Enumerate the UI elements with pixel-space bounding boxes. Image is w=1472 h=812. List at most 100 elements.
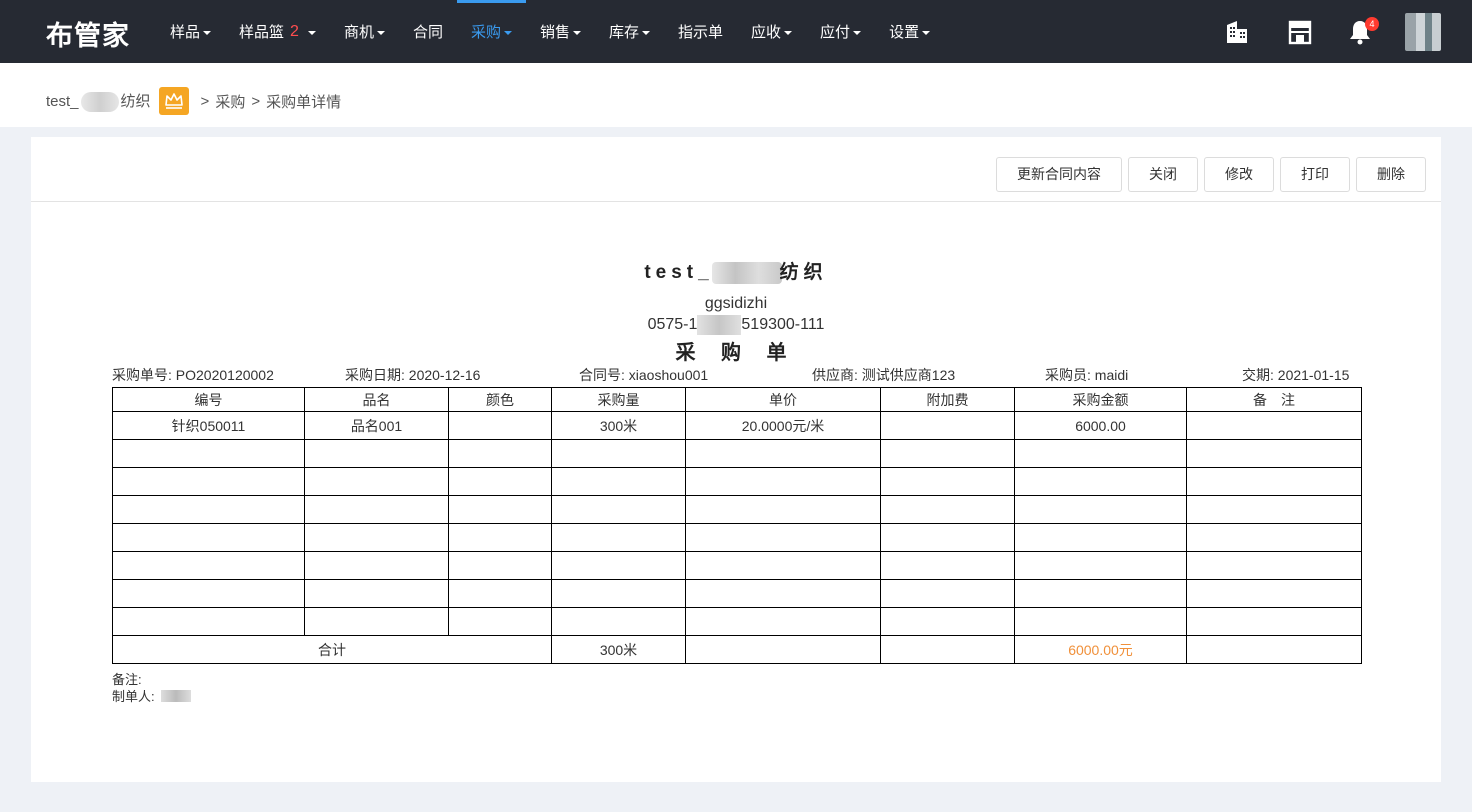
nav-item-label: 应付 [820, 24, 851, 41]
table-cell [448, 411, 552, 440]
meta-contract-no: 合同号: xiaoshou001 [579, 367, 709, 383]
breadcrumb: test_ 纺织 > 采购 > 采购单详情 [46, 87, 341, 115]
nav-item-instructions[interactable]: 指示单 [664, 0, 737, 63]
document-company-name: test_ 纺织 [644, 261, 828, 284]
nav-item-label: 库存 [609, 24, 640, 41]
store-icon[interactable] [1287, 19, 1313, 45]
table-row-empty [112, 467, 1362, 496]
table-row-empty [112, 579, 1362, 608]
breadcrumb-separator: > [200, 92, 210, 110]
basket-count-badge: 2 [290, 22, 299, 40]
breadcrumb-current: 采购单详情 [266, 93, 342, 111]
column-header: 编号 [112, 387, 305, 412]
meta-purchase-date: 采购日期: 2020-12-16 [345, 367, 481, 383]
action-toolbar: 更新合同内容 关闭 修改 打印 删除 [31, 137, 1441, 202]
maker-label: 制单人: [112, 689, 155, 704]
nav-item-sample-basket[interactable]: 样品篮 2 [225, 0, 330, 63]
caret-down-icon [642, 30, 651, 35]
table-row-empty [112, 551, 1362, 580]
crown-icon [158, 87, 189, 115]
table-row-empty [112, 523, 1362, 552]
document-title: 采 购 单 [675, 342, 797, 364]
nav-item-label: 应收 [751, 24, 782, 41]
nav-item-samples[interactable]: 样品 [156, 0, 225, 63]
nav-item-label: 样品 [170, 24, 201, 41]
caret-down-icon [503, 30, 512, 35]
update-contract-button[interactable]: 更新合同内容 [996, 157, 1122, 192]
total-label: 合计 [112, 635, 552, 664]
caret-down-icon [573, 30, 581, 35]
redacted-text [160, 689, 191, 702]
table-cell: 品名001 [304, 411, 449, 440]
redacted-text [697, 315, 742, 335]
table-cell [880, 411, 1015, 440]
avatar[interactable] [1405, 13, 1441, 51]
total-amount: 6000.00元 [1014, 635, 1187, 664]
column-header: 单价 [685, 387, 881, 412]
redacted-text [80, 92, 119, 113]
table-row-empty [112, 439, 1362, 468]
caret-down-icon [376, 30, 385, 35]
nav-item-label: 商机 [343, 24, 374, 41]
table-row: 针织050011 品名001 300米 20.0000元/米 6000.00 [112, 411, 1362, 440]
table-cell: 20.0000元/米 [685, 411, 881, 440]
nav-item-label: 样品篮 [239, 24, 285, 41]
nav-item-label: 合同 [412, 24, 443, 41]
meta-delivery-date: 交期: 2021-01-15 [1242, 367, 1350, 383]
delete-button[interactable]: 删除 [1356, 157, 1426, 192]
main-nav: 样品 样品篮 2 商机 合同 采购 销售 库存 指示单 应收 应付 设置 [156, 0, 944, 63]
caret-down-icon [784, 30, 793, 35]
breadcrumb-company[interactable]: test_ 纺织 [46, 90, 151, 113]
edit-button[interactable]: 修改 [1204, 157, 1274, 192]
table-row-empty [112, 607, 1362, 636]
breadcrumb-purchase-link[interactable]: 采购 [215, 91, 245, 112]
column-header: 采购量 [551, 387, 686, 412]
nav-item-purchase[interactable]: 采购 [456, 0, 526, 63]
nav-item-label: 采购 [470, 24, 501, 41]
nav-item-receivables[interactable]: 应收 [737, 0, 806, 63]
column-header: 备 注 [1186, 387, 1362, 412]
purchase-order-panel: 更新合同内容 关闭 修改 打印 删除 test_ 纺织 ggsidizhi 057… [31, 137, 1441, 782]
column-header: 颜色 [448, 387, 552, 412]
table-cell: 6000.00 [1014, 411, 1187, 440]
total-remark [1186, 635, 1362, 664]
nav-item-contracts[interactable]: 合同 [399, 0, 457, 63]
redacted-text [711, 261, 782, 284]
maker-row: 制单人: [112, 686, 191, 705]
caret-down-icon [922, 30, 931, 35]
meta-order-no: 采购单号: PO2020120002 [112, 367, 274, 383]
nav-item-opportunities[interactable]: 商机 [330, 0, 399, 63]
nav-item-inventory[interactable]: 库存 [595, 0, 664, 63]
total-unit-price [685, 635, 881, 664]
document-address: ggsidizhi [704, 295, 768, 312]
breadcrumb-separator: > [251, 92, 261, 110]
meta-supplier: 供应商: 测试供应商123 [812, 367, 956, 383]
caret-down-icon [203, 30, 212, 35]
caret-down-icon [853, 30, 862, 35]
table-cell [1186, 411, 1362, 440]
table-cell: 针织050011 [112, 411, 305, 440]
purchase-items-table: 编号 品名 颜色 采购量 单价 附加费 采购金额 备 注 针织050011 品名… [112, 387, 1362, 664]
breadcrumb-bar: test_ 纺织 > 采购 > 采购单详情 [0, 63, 1472, 127]
notification-count-badge: 4 [1365, 17, 1379, 31]
nav-item-label: 销售 [539, 24, 570, 41]
table-cell: 300米 [551, 411, 686, 440]
nav-item-sales[interactable]: 销售 [526, 0, 595, 63]
column-header: 附加费 [880, 387, 1015, 412]
top-navbar: 布管家 样品 样品篮 2 商机 合同 采购 销售 库存 指示单 应收 应付 设置… [0, 0, 1472, 63]
building-icon[interactable] [1224, 19, 1250, 45]
app-logo[interactable]: 布管家 [46, 14, 130, 53]
column-header: 采购金额 [1014, 387, 1187, 412]
nav-item-settings[interactable]: 设置 [875, 0, 944, 63]
table-header-row: 编号 品名 颜色 采购量 单价 附加费 采购金额 备 注 [112, 387, 1362, 412]
column-header: 品名 [304, 387, 449, 412]
total-quantity: 300米 [551, 635, 686, 664]
table-row-empty [112, 495, 1362, 524]
print-button[interactable]: 打印 [1280, 157, 1350, 192]
total-surcharge [880, 635, 1015, 664]
meta-buyer: 采购员: maidi [1045, 367, 1129, 383]
nav-item-payables[interactable]: 应付 [806, 0, 875, 63]
close-button[interactable]: 关闭 [1128, 157, 1198, 192]
nav-item-label: 指示单 [678, 24, 724, 41]
table-total-row: 合计 300米 6000.00元 [112, 635, 1362, 664]
